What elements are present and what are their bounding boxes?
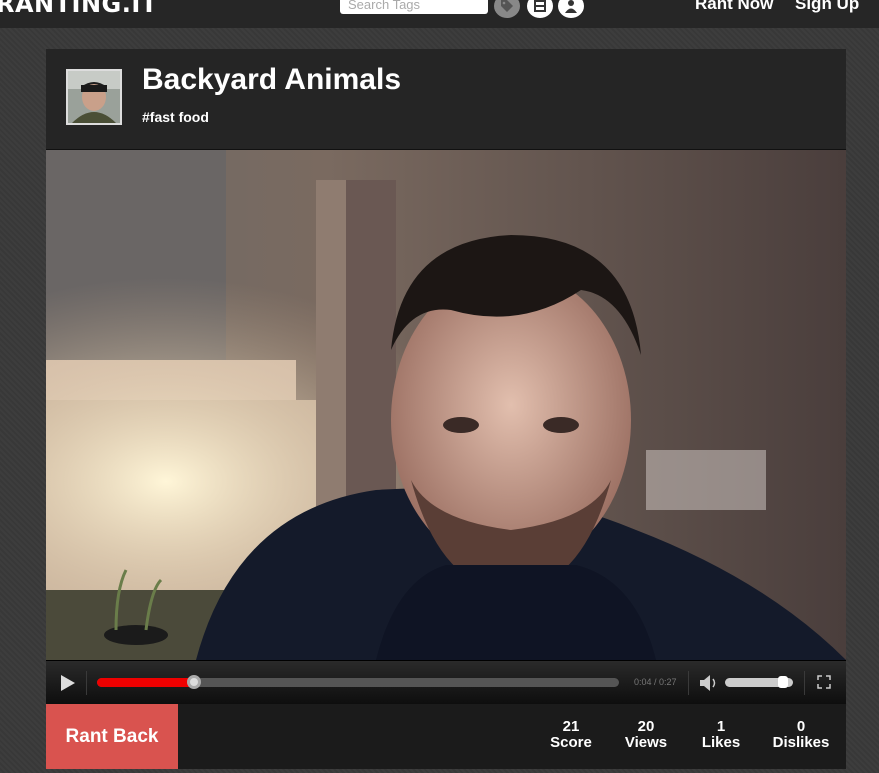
rant-card: Backyard Animals #fast food 0:04 / 0:27 … xyxy=(46,49,846,769)
top-nav-bar: RANTING.IT Rant Now Sign Up xyxy=(0,0,879,28)
tag-icon[interactable] xyxy=(494,0,520,18)
time-display: 0:04 / 0:27 xyxy=(634,677,677,687)
stat-score: 21 Score xyxy=(546,719,596,751)
film-icon[interactable] xyxy=(527,0,553,18)
progress-handle[interactable] xyxy=(186,675,201,689)
volume-icon[interactable] xyxy=(699,674,719,692)
sign-up-link[interactable]: Sign Up xyxy=(795,0,859,14)
video-controls: 0:04 / 0:27 xyxy=(46,660,846,704)
rant-back-button[interactable]: Rant Back xyxy=(46,704,178,769)
stat-value: 21 xyxy=(562,718,580,735)
avatar[interactable] xyxy=(66,69,122,125)
progress-fill xyxy=(97,678,194,687)
fullscreen-icon[interactable] xyxy=(817,675,831,689)
stat-label: Views xyxy=(624,734,668,751)
volume-handle[interactable] xyxy=(778,676,789,688)
divider xyxy=(86,671,87,695)
stat-value: 1 xyxy=(716,718,726,735)
rant-now-link[interactable]: Rant Now xyxy=(695,0,773,14)
site-logo[interactable]: RANTING.IT xyxy=(0,0,158,18)
user-icon[interactable] xyxy=(558,0,584,18)
stat-label: Likes xyxy=(701,734,741,751)
stat-value: 20 xyxy=(637,718,655,735)
rant-header: Backyard Animals #fast food xyxy=(46,49,846,150)
rant-tag[interactable]: #fast food xyxy=(142,109,209,125)
rant-title: Backyard Animals xyxy=(142,63,402,96)
search-tags-input[interactable] xyxy=(340,0,488,14)
stat-likes[interactable]: 1 Likes xyxy=(696,719,746,751)
stat-value: 0 xyxy=(796,718,806,735)
stat-views: 20 Views xyxy=(621,719,671,751)
divider xyxy=(688,671,689,695)
video-frame[interactable] xyxy=(46,150,846,660)
play-icon[interactable] xyxy=(60,674,76,692)
divider xyxy=(804,671,805,695)
stat-dislikes[interactable]: 0 Dislikes xyxy=(768,719,834,751)
stat-label: Score xyxy=(550,734,592,751)
stat-label: Dislikes xyxy=(772,734,830,751)
progress-track[interactable] xyxy=(97,678,619,687)
